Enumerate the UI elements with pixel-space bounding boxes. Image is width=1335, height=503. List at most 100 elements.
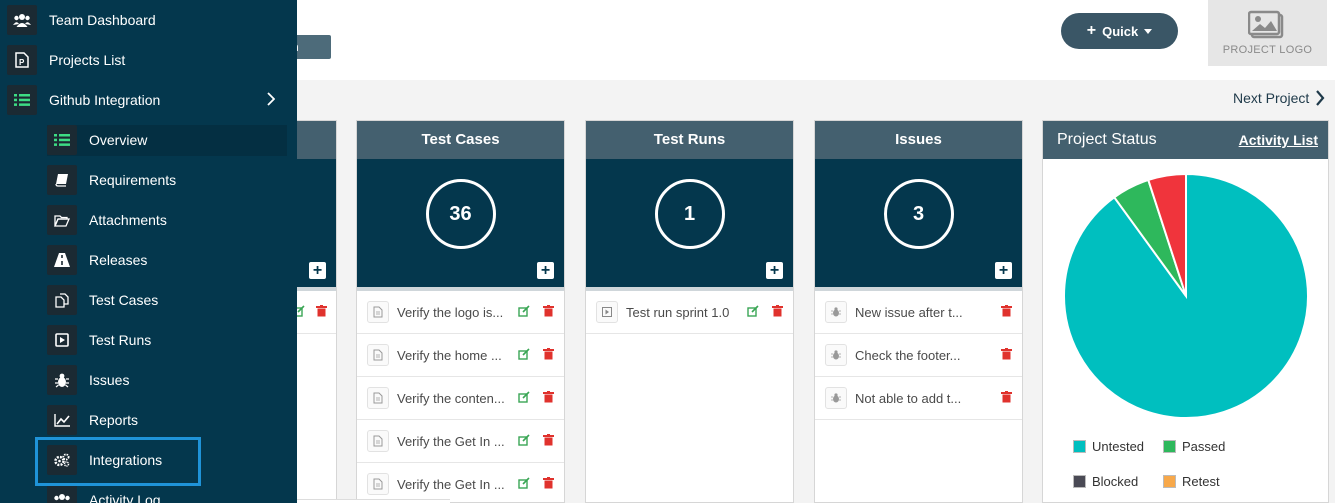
- list-item-label: Check the footer...: [855, 347, 961, 363]
- card-title: Issues: [815, 121, 1022, 159]
- trash-icon[interactable]: [772, 305, 783, 317]
- play-square-icon: [596, 301, 618, 323]
- users-icon: [47, 485, 77, 503]
- bug-icon: [825, 344, 847, 366]
- test-cases-card: Test Cases 36 + Verify the logo is... Ve…: [356, 120, 565, 503]
- document-icon: [367, 387, 389, 409]
- bug-icon: [825, 387, 847, 409]
- list-item[interactable]: Verify the Get In ...: [357, 420, 564, 463]
- test-runs-count[interactable]: 1: [654, 179, 725, 249]
- sidebar-item-label: Test Cases: [89, 292, 159, 308]
- caret-down-icon: [1144, 28, 1153, 34]
- edit-icon[interactable]: [518, 305, 530, 317]
- list-icon: [7, 85, 37, 115]
- list-item[interactable]: Verify the Get In ...: [357, 463, 564, 502]
- list-item[interactable]: Verify the conten...: [357, 377, 564, 420]
- chevron-right-icon: [1316, 90, 1325, 106]
- list-item[interactable]: Test run sprint 1.0: [586, 291, 793, 334]
- edit-icon[interactable]: [518, 434, 530, 446]
- list-item-label: New issue after t...: [855, 304, 963, 320]
- sidebar-item-github-integration[interactable]: Github Integration: [0, 80, 297, 120]
- sidebar-item-overview[interactable]: Overview: [0, 120, 297, 160]
- sidebar-item-test-runs[interactable]: Test Runs: [0, 320, 297, 360]
- sidebar-item-test-cases[interactable]: Test Cases: [0, 280, 297, 320]
- edit-icon[interactable]: [518, 391, 530, 403]
- trash-icon[interactable]: [1001, 305, 1012, 317]
- trash-icon[interactable]: [543, 391, 554, 403]
- legend-item: Retest: [1163, 474, 1220, 489]
- edit-icon[interactable]: [518, 477, 530, 489]
- users-icon: [7, 5, 37, 35]
- list-icon: [47, 125, 77, 155]
- add-test-run-button[interactable]: +: [766, 262, 783, 279]
- add-test-case-button[interactable]: +: [537, 262, 554, 279]
- list-item-label: Verify the conten...: [397, 390, 505, 406]
- list-item-label: Verify the Get In ...: [397, 433, 505, 449]
- document-icon: [367, 430, 389, 452]
- list-item-label: Verify the home ...: [397, 347, 502, 363]
- sidebar-item-projects-list[interactable]: P Projects List: [0, 40, 297, 80]
- sidebar-item-releases[interactable]: Releases: [0, 240, 297, 280]
- sidebar-item-issues[interactable]: Issues: [0, 360, 297, 400]
- legend-label: Untested: [1092, 439, 1145, 454]
- plus-icon: +: [1086, 22, 1097, 39]
- trash-icon[interactable]: [1001, 348, 1012, 360]
- project-file-icon: P: [7, 45, 37, 75]
- sidebar-item-label: Issues: [89, 372, 130, 388]
- folder-open-icon: [47, 205, 77, 235]
- next-project-link[interactable]: Next Project: [1233, 90, 1325, 106]
- sidebar-item-attachments[interactable]: Attachments: [0, 200, 297, 240]
- legend-item: Blocked: [1073, 474, 1138, 489]
- sidebar-item-label: Activity Log: [89, 492, 161, 503]
- book-icon: [47, 165, 77, 195]
- legend-label: Retest: [1182, 474, 1220, 489]
- sidebar-item-label: Releases: [89, 252, 148, 268]
- list-item[interactable]: Check the footer...: [815, 334, 1022, 377]
- sidebar-item-reports[interactable]: Reports: [0, 400, 297, 440]
- chevron-right-icon: [267, 92, 275, 106]
- test-cases-count[interactable]: 36: [425, 179, 496, 249]
- sidebar-item-team-dashboard[interactable]: Team Dashboard: [0, 0, 297, 40]
- list-item[interactable]: Verify the home ...: [357, 334, 564, 377]
- trash-icon[interactable]: [1001, 391, 1012, 403]
- card-title: Test Cases: [357, 121, 564, 159]
- logo-text: PROJECT LOGO: [1222, 44, 1313, 56]
- sidebar-item-requirements[interactable]: Requirements: [0, 160, 297, 200]
- partial-card: +: [297, 120, 337, 503]
- trash-icon[interactable]: [543, 305, 554, 317]
- edit-icon[interactable]: [518, 348, 530, 360]
- issues-card: Issues 3 + New issue after t... Check th…: [814, 120, 1023, 503]
- copy-icon: [47, 285, 77, 315]
- edit-icon[interactable]: [297, 305, 305, 317]
- svg-text:P: P: [19, 58, 25, 67]
- issues-count[interactable]: 3: [883, 179, 954, 249]
- list-item-label: Verify the Get In ...: [397, 476, 505, 492]
- list-item-label: Test run sprint 1.0: [626, 304, 730, 320]
- legend-item: Untested: [1073, 439, 1144, 454]
- legend-swatch: [1163, 475, 1176, 488]
- list-item[interactable]: Verify the logo is...: [357, 291, 564, 334]
- sidebar-item-label: Test Runs: [89, 332, 152, 348]
- card-title: Test Runs: [586, 121, 793, 159]
- activity-list-link[interactable]: Activity List: [1239, 132, 1318, 148]
- sidebar-item-label: Requirements: [89, 172, 177, 188]
- trash-icon[interactable]: [543, 434, 554, 446]
- trash-icon[interactable]: [543, 477, 554, 489]
- legend-label: Blocked: [1092, 474, 1139, 489]
- line-chart-icon: [47, 405, 77, 435]
- list-item[interactable]: New issue after t...: [815, 291, 1022, 334]
- add-icon[interactable]: +: [309, 262, 326, 279]
- edit-icon[interactable]: [747, 305, 759, 317]
- add-issue-button[interactable]: +: [995, 262, 1012, 279]
- legend-swatch: [1073, 440, 1086, 453]
- trash-icon[interactable]: [316, 305, 327, 317]
- sidebar-item-label: Projects List: [49, 52, 126, 68]
- legend-swatch: [1073, 475, 1086, 488]
- trash-icon[interactable]: [543, 348, 554, 360]
- legend-item: Passed: [1163, 439, 1225, 454]
- sidebar-item-label: Overview: [89, 132, 148, 148]
- project-status-card: Project Status Activity List Untested Pa…: [1042, 120, 1329, 503]
- quick-button[interactable]: + Quick: [1061, 13, 1178, 49]
- sidebar-item-label: Attachments: [89, 212, 167, 228]
- list-item[interactable]: Not able to add t...: [815, 377, 1022, 420]
